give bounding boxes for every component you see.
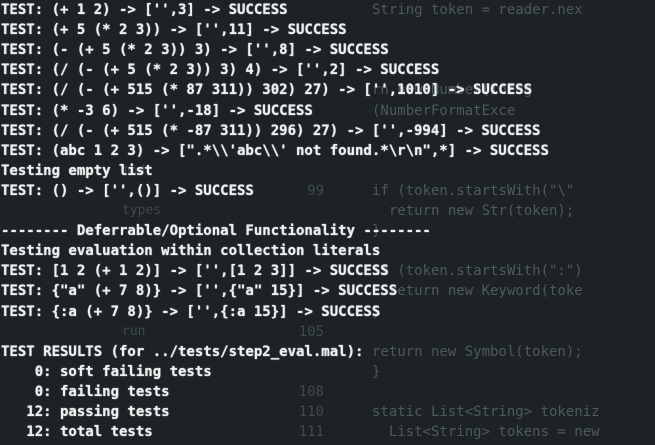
- terminal-line: TEST: {:a (+ 7 8)} -> ['',{:a 15}] -> SU…: [1, 303, 381, 320]
- terminal-line: TEST: (abc 1 2 3) -> [".*\\'abc\\' not f…: [1, 142, 549, 159]
- terminal-line: 0: failing tests: [1, 383, 170, 400]
- terminal-line: TEST: (/ (- (+ 5 (* 2 3)) 3) 4) -> ['',2…: [1, 62, 440, 79]
- terminal-line: TEST: (* -3 6) -> ['',-18] -> SUCCESS: [1, 102, 313, 119]
- terminal-line: TEST: (+ 5 (* 2 3)) -> ['',11] -> SUCCES…: [1, 22, 347, 39]
- terminal-line: Testing empty list: [1, 162, 153, 179]
- terminal-line: Testing evaluation within collection lit…: [1, 243, 381, 260]
- terminal-line: TEST: (+ 1 2) -> ['',3] -> SUCCESS: [1, 2, 288, 18]
- terminal-output[interactable]: TEST: (+ 1 2) -> ['',3] -> SUCCESS TEST: …: [0, 0, 655, 445]
- terminal-line: 12: total tests: [1, 424, 153, 441]
- terminal-line: 12: passing tests: [1, 404, 170, 420]
- terminal-line: TEST: (/ (- (+ 515 (* 87 311)) 302) 27) …: [1, 82, 533, 99]
- terminal-line: TEST: (/ (- (+ 515 (* -87 311)) 296) 27)…: [1, 122, 541, 139]
- terminal-line: TEST: [1 2 (+ 1 2)] -> ['',[1 2 3]] -> S…: [1, 263, 389, 280]
- terminal-line: TEST RESULTS (for ../tests/step2_eval.ma…: [1, 343, 364, 360]
- terminal-line: -------- Deferrable/Optional Functionali…: [1, 223, 431, 240]
- terminal-line: TEST: {"a" (+ 7 8)} -> ['',{"a" 15}] -> …: [1, 283, 398, 300]
- terminal-line: TEST: () -> ['',()] -> SUCCESS: [1, 182, 254, 199]
- terminal-line: TEST: (- (+ 5 (* 2 3)) 3) -> ['',8] -> S…: [1, 42, 389, 59]
- terminal-line: 0: soft failing tests: [1, 363, 212, 380]
